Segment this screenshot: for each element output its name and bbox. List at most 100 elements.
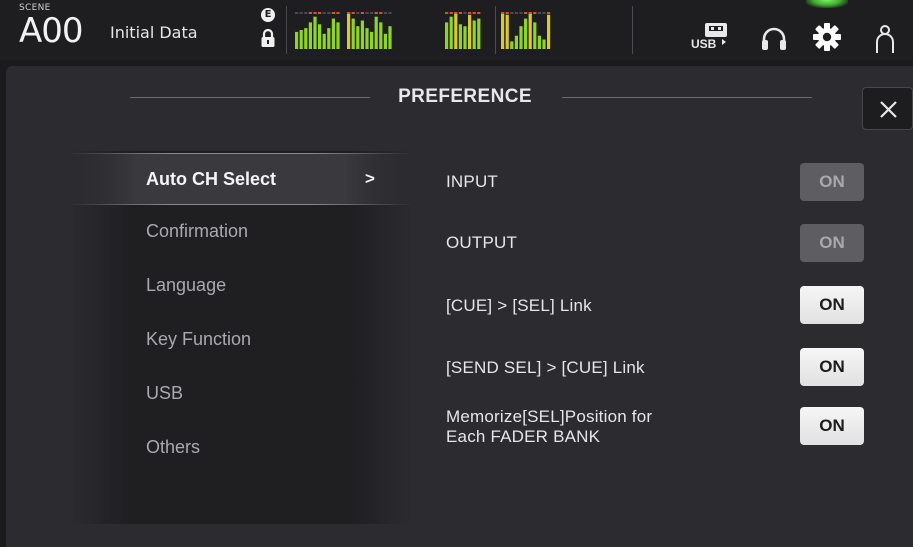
meter-bar (299, 30, 303, 49)
meter-peak (533, 12, 537, 14)
meter-bar (356, 26, 360, 49)
meter-peak (351, 12, 355, 14)
chevron-right-icon: > (365, 169, 375, 188)
meter-peak (449, 12, 453, 14)
menu-item-language[interactable]: Language (68, 261, 413, 313)
meter-bar (458, 24, 462, 49)
close-icon (880, 101, 897, 118)
meter-bar (501, 12, 505, 49)
meter-peak (347, 12, 351, 14)
meter-peak (313, 12, 317, 14)
meter-peak (327, 12, 331, 14)
meter-bar (313, 16, 317, 49)
meter-divider (495, 6, 496, 54)
meter-bar (322, 33, 326, 49)
setting-label-input: INPUT (446, 172, 498, 191)
meter-bar (472, 20, 476, 49)
meter-peak (472, 12, 476, 14)
setting-label-memorize-sel-position: Memorize[SEL]Position for Each FADER BAN… (446, 407, 652, 447)
menu-item-label: Key Function (146, 329, 252, 349)
scene-number[interactable]: A00 (19, 14, 84, 48)
setting-label-line: Each FADER BANK (446, 427, 601, 446)
headphones-icon[interactable] (760, 26, 788, 52)
meter-bar (449, 16, 453, 49)
meter-peak (524, 12, 528, 14)
meter-peak (388, 12, 392, 14)
user-icon[interactable] (873, 24, 897, 54)
meter-peak (501, 12, 505, 14)
meter-peak (308, 12, 312, 14)
meter-peak (463, 12, 467, 14)
meter-bar (547, 14, 551, 49)
setting-label-output: OUTPUT (446, 233, 518, 252)
meter-bar (347, 12, 351, 49)
output-on-button[interactable]: ON (800, 224, 864, 262)
meter-peak (374, 12, 378, 14)
menu-item-key-function[interactable]: Key Function (68, 315, 413, 367)
meter-bar (510, 41, 514, 49)
lock-icon (261, 28, 275, 47)
meter-bar (379, 22, 383, 49)
meter-peak (510, 12, 514, 14)
meter-peak (360, 12, 364, 14)
meter-peak (547, 12, 551, 14)
menu-item-confirmation[interactable]: Confirmation (68, 207, 413, 259)
meter-peak (458, 12, 462, 14)
meter-peak (370, 12, 374, 14)
meter-peak (505, 12, 509, 14)
input-on-button[interactable]: ON (800, 163, 864, 201)
meter-peak (304, 12, 308, 14)
menu-item-top-edge (68, 153, 413, 154)
meter-peak (383, 12, 387, 14)
title-rule-right (562, 97, 812, 98)
menu-item-others[interactable]: Others (68, 423, 413, 475)
meter-bar (304, 28, 308, 49)
setting-label-line: Memorize[SEL]Position for (446, 407, 653, 426)
gear-icon[interactable] (809, 20, 845, 54)
meter-bar (388, 26, 392, 49)
meter-peak (514, 12, 518, 14)
active-indicator (806, 0, 848, 8)
svg-text:USB: USB (691, 37, 717, 50)
menu-item-label: USB (146, 383, 184, 403)
scene-name[interactable]: Initial Data (110, 23, 198, 42)
meter-peak (519, 12, 523, 14)
usb-icon[interactable]: USB (689, 20, 733, 50)
send-sel-cue-link-on-button[interactable]: ON (800, 348, 864, 386)
meter-peak (322, 12, 326, 14)
meter-bar (336, 22, 340, 49)
meter-bar (454, 12, 458, 49)
meter-bar (383, 33, 387, 49)
level-meters (295, 12, 551, 49)
menu-item-bottom-edge (68, 204, 413, 205)
meter-bar (327, 28, 331, 49)
meter-peak (365, 12, 369, 14)
meter-peak (542, 12, 546, 14)
close-button[interactable] (862, 87, 913, 130)
menu-item-label: Confirmation (146, 221, 249, 241)
meter-bar (528, 12, 532, 49)
meter-bar (468, 14, 472, 49)
dialog-title: PREFERENCE (398, 86, 532, 107)
memorize-sel-position-on-button[interactable]: ON (800, 407, 864, 445)
menu-item-label: Auto CH Select (146, 169, 277, 189)
preference-menu: Auto CH Select > Confirmation Language K… (68, 151, 413, 524)
meter-bar (514, 35, 518, 49)
meter-bar (351, 18, 355, 49)
meter-bar (533, 22, 537, 49)
meter-peak (379, 12, 383, 14)
cue-sel-link-on-button[interactable]: ON (800, 286, 864, 324)
meter-bar (505, 14, 509, 49)
meter-peak (336, 12, 340, 14)
meter-divider (632, 6, 633, 54)
menu-item-label: Others (146, 437, 201, 457)
meter-bar (370, 31, 374, 49)
meter-bar (295, 31, 299, 49)
meter-peak (318, 12, 322, 14)
menu-item-auto-ch-select[interactable]: Auto CH Select > (68, 153, 413, 205)
menu-item-usb[interactable]: USB (68, 369, 413, 421)
meter-bar (542, 39, 546, 49)
meter-bar (537, 35, 541, 49)
setting-label-send-sel-cue-link: [SEND SEL] > [CUE] Link (446, 358, 645, 377)
meter-peak (477, 12, 481, 14)
